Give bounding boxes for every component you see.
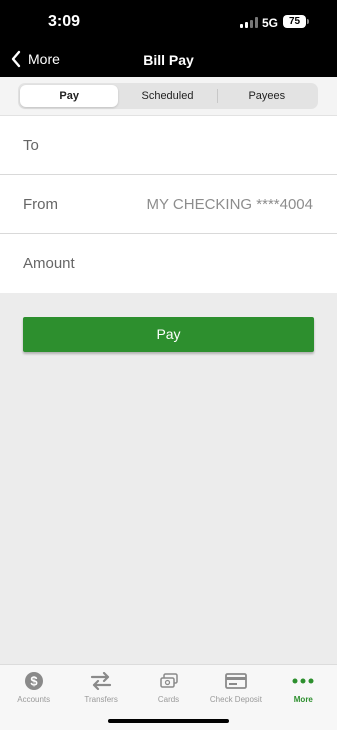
tab-label: Transfers (84, 695, 118, 704)
to-field[interactable]: To (0, 116, 337, 175)
tab-label: Cards (157, 695, 180, 704)
to-label: To (23, 137, 39, 154)
transfer-arrows-icon (90, 671, 112, 691)
from-value: MY CHECKING ****4004 (146, 196, 313, 213)
nav-bar: More Bill Pay (0, 44, 337, 77)
network-type: 5G (262, 16, 279, 30)
tab-more[interactable]: More (270, 665, 337, 730)
tab-label: More (293, 695, 313, 704)
tab-payees[interactable]: Payees (218, 85, 316, 107)
status-time: 3:09 (48, 13, 81, 30)
from-field[interactable]: From MY CHECKING ****4004 (0, 175, 337, 234)
signal-icon (240, 17, 258, 28)
pay-button[interactable]: Pay (23, 317, 314, 352)
amount-label: Amount (23, 255, 75, 272)
more-dots-icon (292, 671, 314, 691)
tab-label: Accounts (17, 695, 51, 704)
segmented-control: Pay Scheduled Payees (18, 83, 318, 109)
tab-scheduled[interactable]: Scheduled (118, 85, 216, 107)
from-label: From (23, 196, 58, 213)
segment-bar: Pay Scheduled Payees (0, 77, 337, 116)
check-deposit-icon (225, 671, 247, 691)
cards-icon (158, 671, 180, 691)
svg-text:$: $ (30, 674, 38, 689)
tab-accounts[interactable]: $ Accounts (0, 665, 67, 730)
home-indicator (108, 719, 229, 723)
amount-field[interactable]: Amount (0, 234, 337, 293)
tab-label: Check Deposit (209, 695, 262, 704)
dollar-circle-icon: $ (23, 671, 45, 691)
battery-icon: 75 (283, 15, 306, 28)
status-bar: 3:09 5G 75 (0, 0, 337, 44)
tab-pay[interactable]: Pay (20, 85, 119, 107)
bill-pay-form: To From MY CHECKING ****4004 Amount (0, 116, 337, 293)
page-title: Bill Pay (143, 52, 194, 68)
battery-tip (307, 19, 309, 24)
